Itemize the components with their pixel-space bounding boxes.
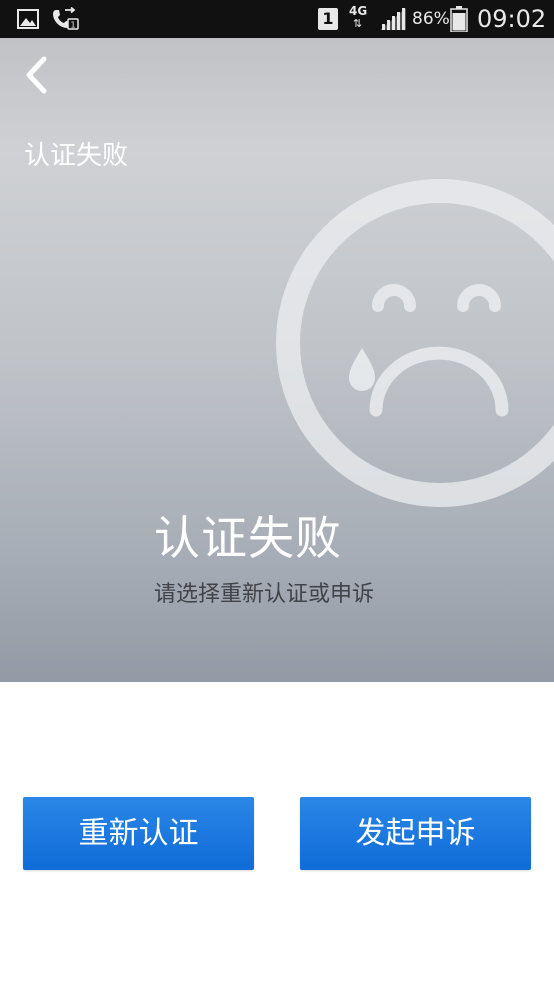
call-forward-icon: 1 — [53, 7, 79, 30]
battery-percent: 86% — [412, 9, 450, 29]
result-hero: 认证失败 认证失败 请选择重新认证或申诉 — [0, 38, 554, 682]
result-title: 认证失败 — [154, 511, 342, 565]
appeal-button[interactable]: 发起申诉 — [300, 797, 531, 870]
sim-slot-badge: 1 — [318, 8, 338, 30]
chevron-left-icon — [26, 56, 47, 94]
page-title: 认证失败 — [24, 141, 129, 171]
sad-crying-face-icon — [276, 179, 554, 507]
network-type-label: 4G — [349, 4, 368, 18]
reauthenticate-button[interactable]: 重新认证 — [23, 797, 254, 870]
result-subtitle: 请选择重新认证或申诉 — [154, 582, 375, 607]
network-activity-icon: ⇅ — [353, 17, 363, 30]
clock: 09:02 — [477, 5, 547, 33]
battery-icon — [450, 6, 468, 32]
gallery-icon — [17, 9, 39, 29]
status-bar: 1 1 4G ⇅ 86% 09:02 — [0, 0, 554, 38]
signal-icon — [380, 8, 406, 30]
svg-text:1: 1 — [70, 21, 75, 30]
back-button[interactable] — [18, 52, 60, 98]
